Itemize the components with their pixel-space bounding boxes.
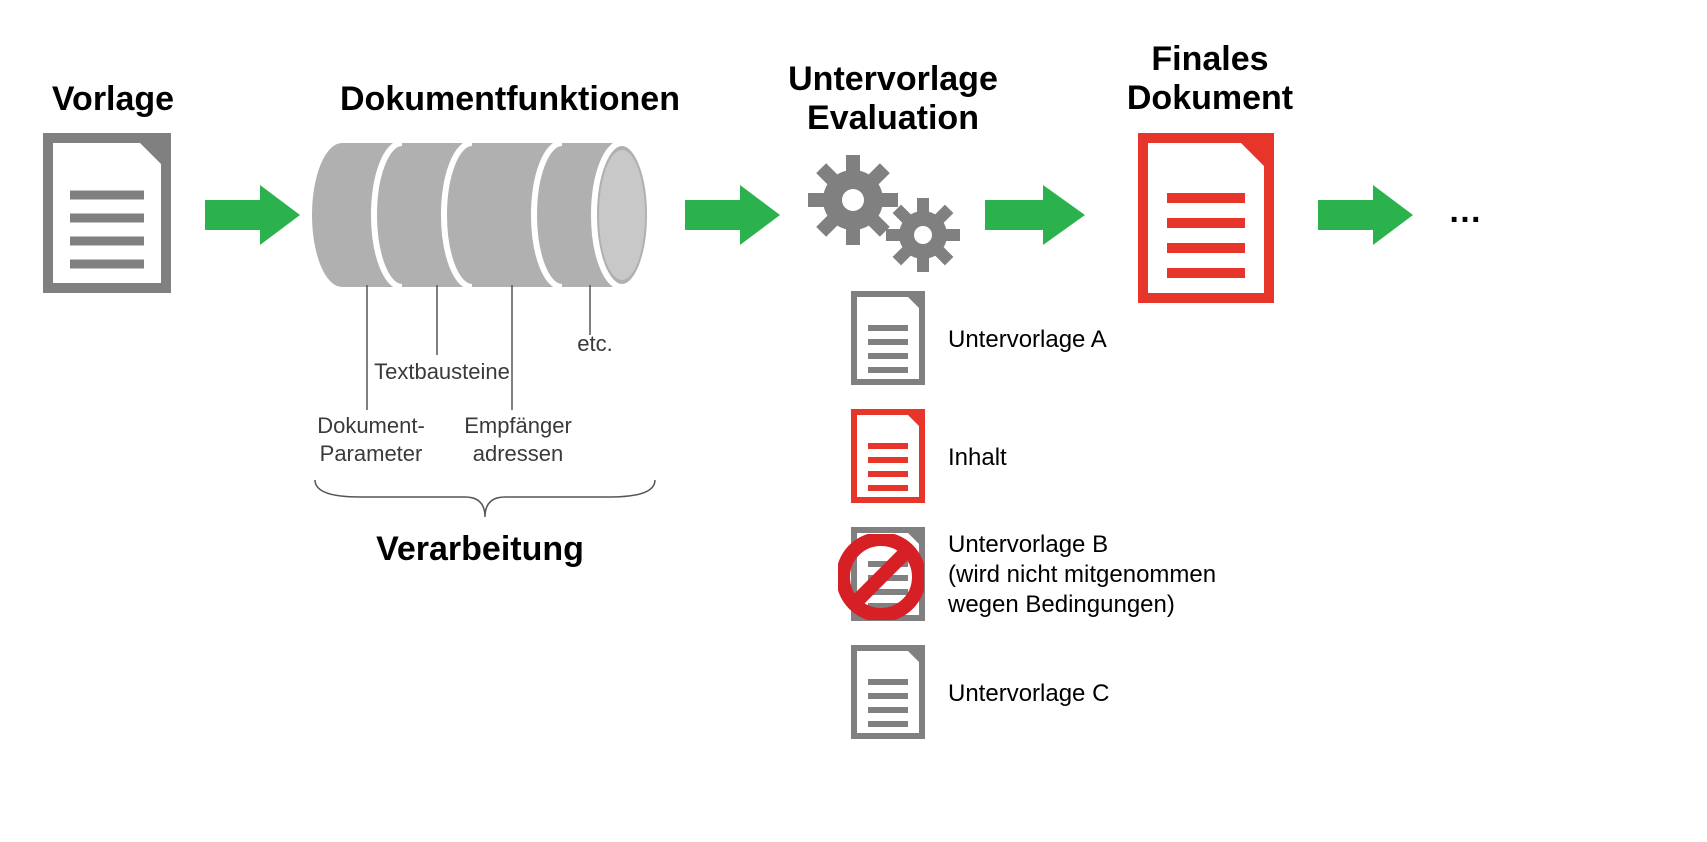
label-sub-a: Untervorlage A — [948, 325, 1107, 355]
label-textbausteine: Textbausteine — [362, 358, 522, 386]
heading-untervorlage-line1: Untervorlage — [788, 60, 998, 98]
document-icon-sub-a — [850, 290, 930, 388]
label-dokparam-line1: Dokument- — [317, 413, 425, 438]
heading-verarbeitung: Verarbeitung — [350, 530, 610, 569]
prohibition-icon — [838, 534, 924, 620]
arrow-icon-2 — [685, 185, 780, 245]
heading-finales-line1: Finales — [1151, 40, 1268, 78]
heading-vorlage: Vorlage — [28, 80, 198, 119]
label-sub-b-line3: wegen Bedingungen) — [948, 591, 1175, 618]
label-dokument-parameter: Dokument- Parameter — [296, 412, 446, 467]
label-dokparam-line2: Parameter — [320, 441, 423, 466]
label-empf-line2: adressen — [473, 441, 564, 466]
gears-icon — [808, 150, 978, 280]
document-icon-final — [1135, 130, 1285, 310]
label-inhalt: Inhalt — [948, 443, 1007, 473]
curly-brace-icon — [310, 475, 660, 525]
label-sub-c: Untervorlage C — [948, 679, 1109, 709]
heading-untervorlage-line2: Evaluation — [807, 99, 979, 137]
ellipsis-text: … — [1448, 192, 1482, 231]
cylinder-icon — [312, 140, 677, 300]
arrow-icon-3 — [985, 185, 1085, 245]
label-sub-b-line2: (wird nicht mitgenommen — [948, 561, 1216, 588]
label-empfaenger: Empfänger adressen — [448, 412, 588, 467]
label-empf-line1: Empfänger — [464, 413, 572, 438]
label-sub-b-line1: Untervorlage B — [948, 531, 1108, 558]
heading-finales-line2: Dokument — [1127, 79, 1293, 117]
heading-untervorlage-eval: Untervorlage Evaluation — [758, 60, 1028, 138]
label-sub-b: Untervorlage B (wird nicht mitgenommen w… — [948, 530, 1216, 620]
label-etc: etc. — [560, 330, 630, 358]
arrow-icon-4 — [1318, 185, 1413, 245]
document-icon-vorlage — [40, 130, 180, 300]
arrow-icon-1 — [205, 185, 300, 245]
document-icon-sub-c — [850, 644, 930, 742]
heading-dokumentfunktionen: Dokumentfunktionen — [310, 80, 710, 119]
heading-finales-dokument: Finales Dokument — [1090, 40, 1330, 118]
document-icon-inhalt — [850, 408, 930, 506]
